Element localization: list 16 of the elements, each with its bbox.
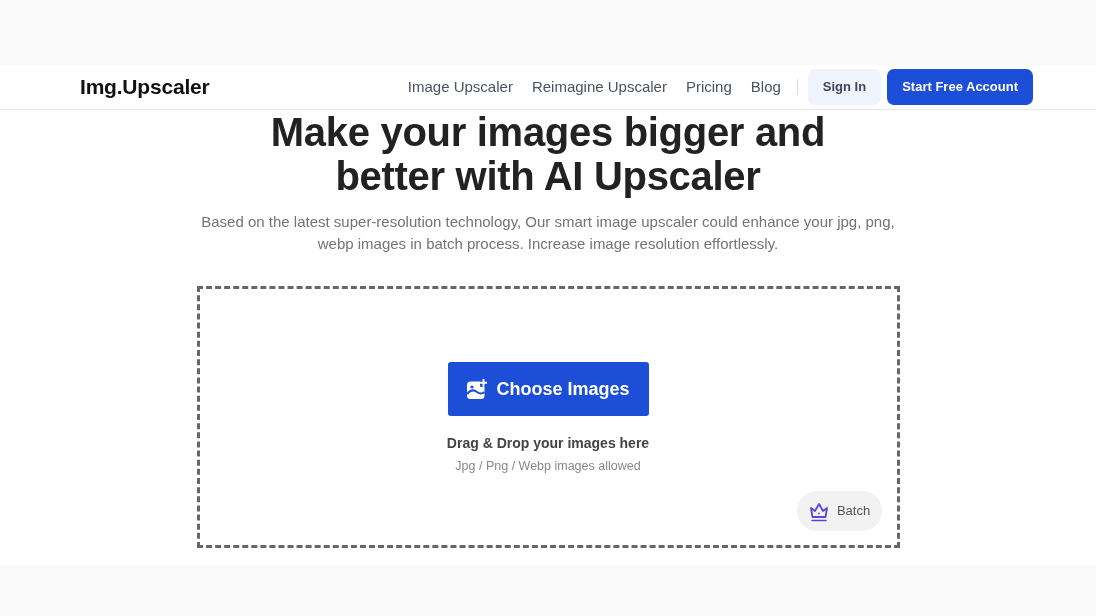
image-plus-icon: [466, 378, 488, 400]
nav-link[interactable]: Reimagine Upscaler: [531, 75, 667, 99]
nav-link[interactable]: Image Upscaler: [407, 75, 513, 99]
start-free-account-button[interactable]: Start Free Account: [887, 69, 1033, 105]
nav-link[interactable]: Blog: [750, 75, 781, 99]
crown-icon: [807, 500, 830, 522]
batch-button[interactable]: Batch: [796, 491, 882, 531]
allowed-formats-text: Jpg / Png / Webp images allowed: [455, 458, 641, 475]
drop-zone[interactable]: Choose Images Drag & Drop your images here Jpg / Png / Webp images allowed Batch: [196, 286, 900, 548]
hero-title: Make your images bigger and better with AI Upscaler: [269, 110, 827, 198]
drop-instructions: Drag & Drop your images here: [446, 434, 650, 453]
logo[interactable]: Img.Upscaler: [80, 71, 210, 103]
hero-description: Based on the latest super-resolution technology, Our smart image upscaler could enhance your jpg, png, webp images in batch process. Increase image resolution effortlessly.: [200, 212, 896, 254]
choose-images-button[interactable]: Choose Images: [447, 362, 649, 416]
sign-in-button[interactable]: Sign In: [807, 69, 882, 105]
nav-link[interactable]: Pricing: [685, 75, 732, 99]
